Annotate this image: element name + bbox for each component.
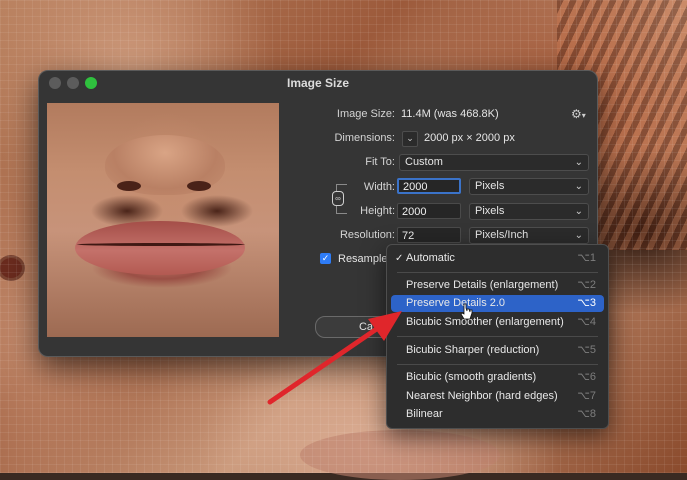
title-bar: Image Size [39, 71, 597, 95]
menu-item-shortcut: ⌥6 [577, 371, 596, 383]
menu-item-label: Automatic [406, 252, 455, 264]
height-input[interactable]: 2000 [397, 203, 461, 219]
menu-item-preserve-details-2[interactable]: Preserve Details 2.0 ⌥3 [391, 295, 604, 312]
pointer-cursor-icon [460, 303, 473, 320]
width-unit-value: Pixels [475, 180, 505, 192]
menu-item-label: Bicubic Sharper (reduction) [406, 344, 540, 356]
dimensions-value: 2000 px × 2000 px [424, 132, 515, 144]
menu-separator [397, 336, 598, 337]
menu-item-label: Preserve Details 2.0 [406, 297, 506, 309]
menu-item-shortcut: ⌥4 [577, 316, 596, 328]
image-size-value: 11.4M (was 468.8K) [401, 108, 499, 120]
checkmark-icon: ✓ [395, 253, 404, 264]
chevron-down-icon[interactable]: ⌄ [402, 131, 418, 147]
menu-item-bicubic[interactable]: Bicubic (smooth gradients) ⌥6 [391, 369, 604, 386]
width-unit-select[interactable]: Pixels ⌄ [469, 178, 589, 195]
checkmark-icon: ✓ [321, 253, 330, 263]
height-unit-select[interactable]: Pixels ⌄ [469, 203, 589, 220]
link-icon[interactable]: ∞ [332, 191, 344, 206]
menu-item-label: Nearest Neighbor (hard edges) [406, 390, 558, 402]
menu-item-shortcut: ⌥2 [577, 279, 596, 291]
gear-icon[interactable]: ⚙▾ [571, 107, 586, 121]
menu-item-label: Bicubic (smooth gradients) [406, 371, 537, 383]
chevron-down-icon: ⌄ [574, 206, 583, 217]
width-label: Width: [363, 181, 395, 193]
preview-nostril [187, 181, 211, 191]
dialog-title: Image Size [286, 76, 350, 90]
menu-item-shortcut: ⌥7 [577, 390, 596, 402]
image-size-label: Image Size: [336, 108, 395, 120]
image-preview[interactable] [47, 103, 279, 337]
menu-item-nearest-neighbor[interactable]: Nearest Neighbor (hard edges) ⌥7 [391, 388, 604, 405]
menu-separator [397, 364, 598, 365]
preview-mouth-line [77, 243, 245, 246]
resample-method-menu: ✓ Automatic ⌥1 Preserve Details (enlarge… [386, 244, 609, 429]
resolution-label: Resolution: [339, 229, 395, 241]
menu-separator [397, 272, 598, 273]
resample-label: Resample [338, 253, 388, 265]
resolution-input[interactable]: 72 [397, 227, 461, 243]
menu-item-bicubic-sharper[interactable]: Bicubic Sharper (reduction) ⌥5 [391, 342, 604, 359]
fit-to-select[interactable]: Custom ⌄ [399, 154, 589, 171]
menu-item-bilinear[interactable]: Bilinear ⌥8 [391, 406, 604, 423]
menu-item-bicubic-smoother[interactable]: Bicubic Smoother (enlargement) ⌥4 [391, 314, 604, 331]
height-label: Height: [360, 205, 395, 217]
menu-item-shortcut: ⌥1 [577, 252, 596, 264]
menu-item-shortcut: ⌥8 [577, 408, 596, 420]
chevron-down-icon: ⌄ [574, 230, 583, 241]
menu-item-shortcut: ⌥3 [577, 297, 596, 309]
chevron-down-icon: ⌄ [574, 181, 583, 192]
dimensions-label: Dimensions: [334, 132, 395, 144]
menu-item-shortcut: ⌥5 [577, 344, 596, 356]
fit-to-label: Fit To: [365, 156, 395, 168]
menu-item-preserve-details[interactable]: Preserve Details (enlargement) ⌥2 [391, 277, 604, 294]
resolution-unit-value: Pixels/Inch [475, 229, 529, 241]
menu-item-label: Bilinear [406, 408, 443, 420]
resolution-unit-select[interactable]: Pixels/Inch ⌄ [469, 227, 589, 244]
menu-item-label: Bicubic Smoother (enlargement) [406, 316, 564, 328]
preview-lips [75, 221, 245, 275]
menu-item-automatic[interactable]: ✓ Automatic ⌥1 [391, 250, 604, 267]
width-input[interactable]: 2000 [397, 178, 461, 194]
preview-nostril [117, 181, 141, 191]
fit-to-value: Custom [405, 156, 443, 168]
menu-item-label: Preserve Details (enlargement) [406, 279, 559, 291]
height-unit-value: Pixels [475, 205, 505, 217]
chevron-down-icon: ⌄ [574, 157, 583, 168]
resample-checkbox[interactable]: ✓ [320, 253, 331, 264]
